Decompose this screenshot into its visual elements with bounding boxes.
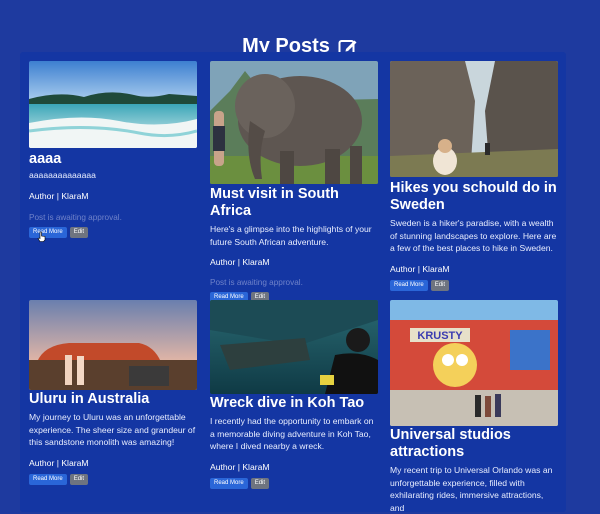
krusty-land-image: KRUSTY: [390, 300, 558, 426]
read-more-button[interactable]: Read More: [210, 477, 248, 489]
read-more-button[interactable]: Read More: [29, 226, 67, 238]
post-excerpt: Here's a glimpse into the highlights of …: [210, 224, 372, 247]
post-title[interactable]: Universal studios attractions: [390, 427, 558, 461]
elephant-image: [210, 61, 378, 184]
post-title[interactable]: Uluru in Australia: [29, 391, 197, 408]
read-more-button[interactable]: Read More: [390, 279, 428, 291]
post-image[interactable]: [390, 61, 558, 177]
post-card: Uluru in Australia My journey to Uluru w…: [29, 300, 197, 485]
post-card: Wreck dive in Koh Tao I recently had the…: [210, 300, 378, 489]
edit-button[interactable]: Edit: [69, 226, 89, 238]
post-author: Author | KlaraM: [210, 461, 270, 472]
hand-cursor-icon: [37, 231, 46, 242]
post-author: Author | KlaraM: [390, 263, 450, 274]
post-author: Author | KlaraM: [29, 457, 89, 468]
post-title[interactable]: Hikes you schould do in Sweden: [390, 180, 558, 214]
post-excerpt: aaaaaaaaaaaaaa: [29, 170, 96, 180]
beach-lagoon-image: [29, 61, 197, 148]
edit-button[interactable]: Edit: [430, 279, 450, 291]
post-card: Hikes you schould do in Sweden Sweden is…: [390, 61, 558, 291]
post-image[interactable]: [210, 61, 378, 184]
approval-status: Post is awaiting approval.: [29, 212, 122, 222]
post-title[interactable]: Must visit in South Africa: [210, 186, 378, 220]
post-image[interactable]: KRUSTY: [390, 300, 558, 426]
post-title[interactable]: Wreck dive in Koh Tao: [210, 395, 378, 412]
post-excerpt: I recently had the opportunity to embark…: [210, 416, 374, 451]
post-image[interactable]: [29, 61, 197, 148]
edit-button[interactable]: Edit: [250, 477, 270, 489]
read-more-button[interactable]: Read More: [29, 473, 67, 485]
edit-button[interactable]: Edit: [69, 473, 89, 485]
post-image[interactable]: [29, 300, 197, 390]
post-author: Author | KlaraM: [29, 190, 89, 201]
post-title[interactable]: aaaa: [29, 151, 197, 168]
post-excerpt: My journey to Uluru was an unforgettable…: [29, 412, 196, 447]
wreck-dive-image: [210, 300, 378, 394]
post-card: KRUSTY Universal studios attractions My …: [390, 300, 558, 514]
post-excerpt: My recent trip to Universal Orlando was …: [390, 465, 553, 513]
post-card: aaaa aaaaaaaaaaaaaa Author | KlaraM Post…: [29, 61, 197, 242]
rock-canyon-image: [390, 61, 558, 177]
approval-status: Post is awaiting approval.: [210, 278, 303, 287]
post-image[interactable]: [210, 300, 378, 394]
post-card: Must visit in South Africa Here's a glim…: [210, 61, 378, 303]
krusty-sign-text: KRUSTY: [417, 330, 463, 342]
post-excerpt: Sweden is a hiker's paradise, with a wea…: [390, 218, 557, 253]
uluru-image: [29, 300, 197, 390]
post-author: Author | KlaraM: [210, 257, 270, 267]
